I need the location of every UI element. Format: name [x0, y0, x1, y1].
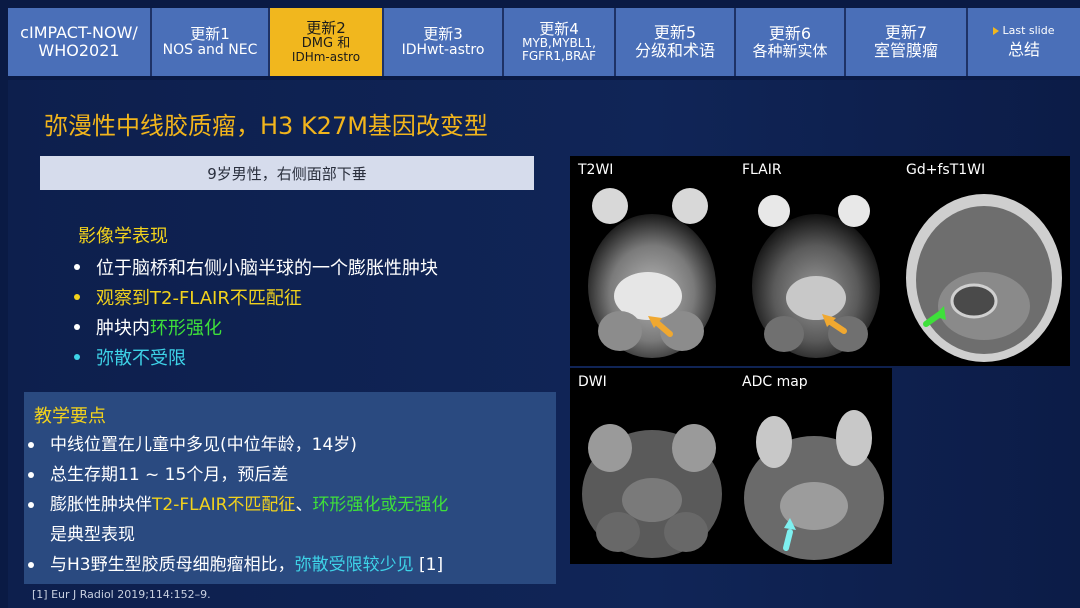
tab-update-7[interactable]: 更新7 室管膜瘤 [846, 8, 968, 76]
mri-image-adc-map: ADC map [734, 368, 892, 564]
finding-item: 观察到T2-FLAIR不匹配征 [74, 282, 438, 312]
teaching-points-heading: 教学要点 [34, 406, 106, 427]
reference-citation: [1] Eur J Radiol 2019;114:152–9. [32, 588, 211, 601]
bullet-icon [28, 502, 34, 508]
imaging-findings-list: 位于脑桥和右侧小脑半球的一个膨胀性肿块 观察到T2-FLAIR不匹配征 肿块内环… [74, 252, 438, 372]
mri-flair-graphic [752, 195, 880, 358]
teaching-points-list: 中线位置在儿童中多见(中位年龄，14岁) 总生存期11 ~ 15个月，预后差 膨… [28, 430, 552, 580]
tab-update-2[interactable]: 更新2 DMG 和 IDHm-astro [270, 8, 384, 76]
bullet-icon [74, 354, 80, 360]
mri-gd-fst1wi-graphic [906, 194, 1062, 362]
last-slide-arrow-icon [993, 27, 1000, 36]
bullet-icon [74, 264, 80, 270]
mri-adc-graphic [744, 410, 884, 560]
tab-cimpact-now[interactable]: cIMPACT-NOW/ WHO2021 [8, 8, 152, 76]
bullet-icon [28, 562, 34, 568]
mri-image-t2wi: T2WI [570, 156, 734, 366]
tab-update-1[interactable]: 更新1 NOS and NEC [152, 8, 270, 76]
arrow-icon [783, 529, 793, 551]
mri-t2wi-graphic [588, 188, 716, 358]
mri-dwi-graphic [582, 424, 722, 558]
top-nav: cIMPACT-NOW/ WHO2021 更新1 NOS and NEC 更新2… [8, 8, 1080, 76]
teaching-item: 总生存期11 ~ 15个月，预后差 [28, 460, 552, 490]
finding-item: 位于脑桥和右侧小脑半球的一个膨胀性肿块 [74, 252, 438, 282]
mri-image-dwi: DWI [570, 368, 734, 564]
tab-update-6[interactable]: 更新6 各种新实体 [736, 8, 846, 76]
tab-summary[interactable]: Last slide 总结 [968, 8, 1080, 76]
bullet-icon [74, 324, 80, 330]
bullet-icon [28, 472, 34, 478]
finding-item: 肿块内 环形强化 [74, 312, 438, 342]
tab-update-5[interactable]: 更新5 分级和术语 [616, 8, 736, 76]
bullet-icon [28, 442, 34, 448]
teaching-item: 中线位置在儿童中多见(中位年龄，14岁) [28, 430, 552, 460]
case-description: 9岁男性，右侧面部下垂 [40, 156, 534, 190]
teaching-item: 与H3野生型胶质母细胞瘤相比，弥散受限较少见 [1] [28, 550, 552, 580]
bullet-icon [74, 294, 80, 300]
last-slide-link[interactable]: Last slide [993, 25, 1055, 37]
mri-image-flair: FLAIR [734, 156, 898, 366]
imaging-findings-heading: 影像学表现 [78, 226, 168, 247]
finding-item: 弥散不受限 [74, 342, 438, 372]
tab-update-4[interactable]: 更新4 MYB,MYBL1, FGFR1,BRAF [504, 8, 616, 76]
slide-title: 弥漫性中线胶质瘤，H3 K27M基因改变型 [44, 112, 488, 140]
mri-image-gd-fst1wi: Gd+fsT1WI [898, 156, 1070, 366]
teaching-item: 膨胀性肿块伴T2-FLAIR不匹配征、环形强化或无强化 是典型表现 [28, 490, 552, 550]
tab-update-3[interactable]: 更新3 IDHwt-astro [384, 8, 504, 76]
